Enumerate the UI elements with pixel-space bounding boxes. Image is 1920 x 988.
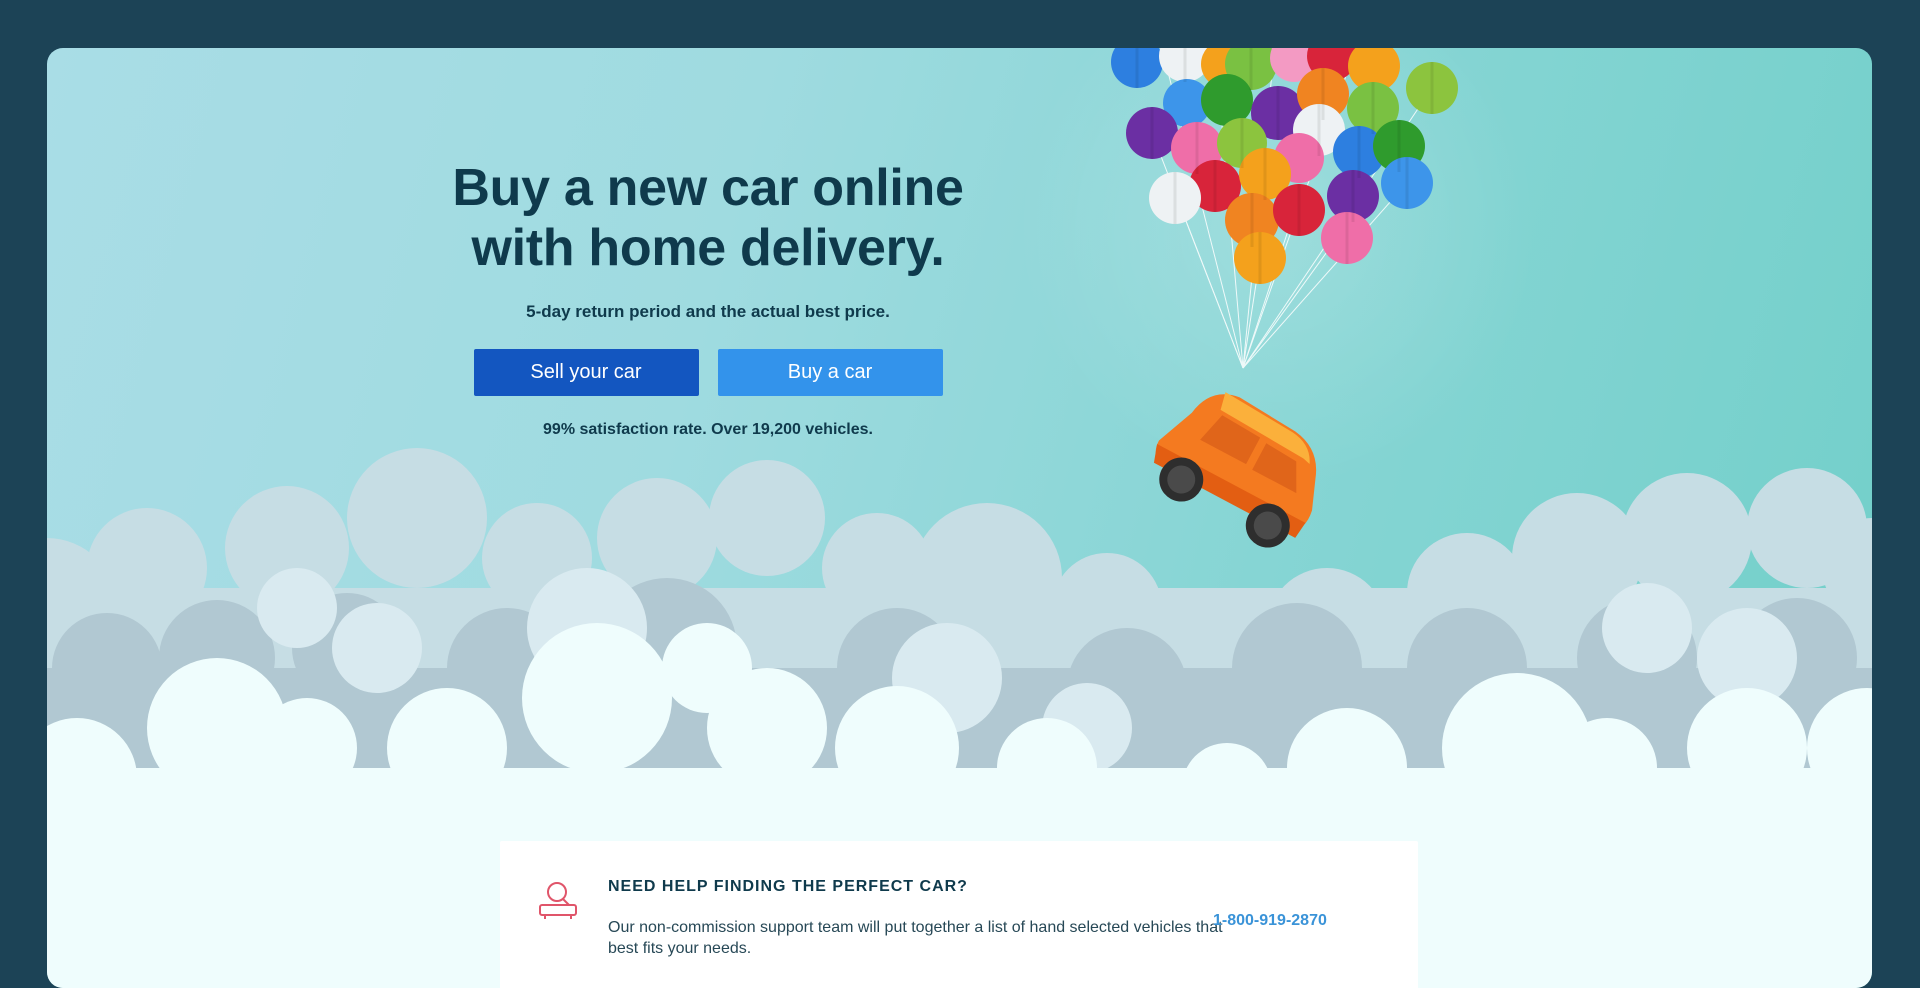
help-title: Need help finding the perfect car?	[608, 878, 968, 895]
balloon-seams	[1135, 48, 1434, 284]
satisfaction-stat: 99% satisfaction rate. Over 19,200 vehic…	[543, 421, 873, 438]
help-description: Our non-commission support team will put…	[608, 919, 1223, 957]
hero-subline: 5-day return period and the actual best …	[526, 302, 890, 321]
buy-a-car-button[interactable]: Buy a car	[717, 349, 943, 396]
cloud-middle-layer	[47, 578, 1872, 788]
car-illustration	[1153, 392, 1317, 548]
cta-buttons: Sell your car Buy a car	[427, 349, 989, 396]
balloon-strings	[1151, 67, 1433, 369]
hero-card: Buy a new car online with home delivery.…	[47, 48, 1872, 988]
sell-your-car-button[interactable]: Sell your car	[473, 349, 699, 396]
phone-link[interactable]: 1-800-919-2870	[1213, 912, 1327, 930]
hero-headline: Buy a new car online with home delivery.	[452, 159, 964, 277]
cloud-back-layer	[47, 448, 1872, 728]
search-car-icon	[539, 882, 577, 919]
cloud-light-layer	[257, 568, 1797, 773]
hero-content: Buy a new car online with home delivery.…	[427, 158, 989, 439]
help-card: Need help finding the perfect car? Our n…	[500, 841, 1418, 988]
balloon-cluster	[1111, 48, 1458, 284]
